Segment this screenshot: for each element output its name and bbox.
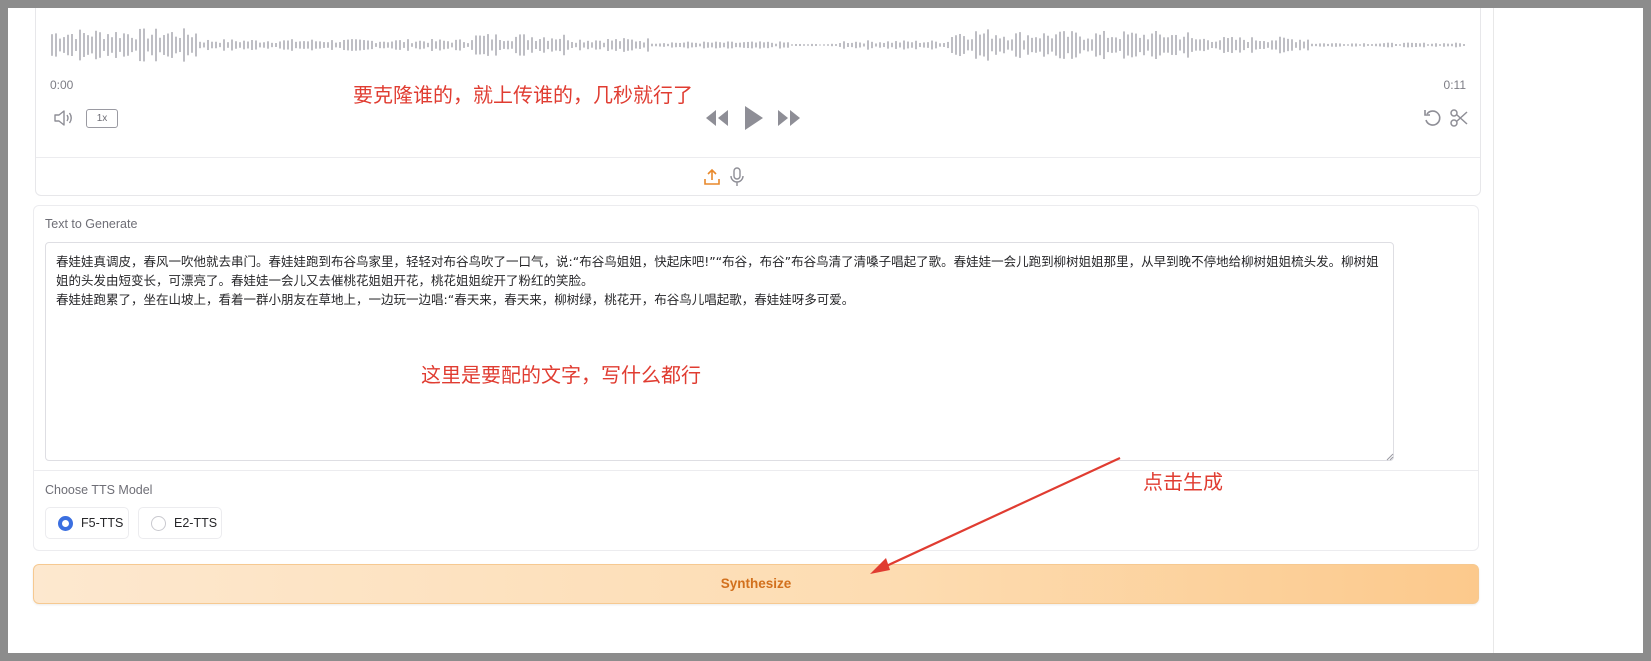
rewind-icon[interactable]	[704, 107, 730, 129]
upload-icon[interactable]	[703, 167, 721, 187]
volume-icon[interactable]	[52, 107, 74, 129]
text-to-generate-label: Text to Generate	[45, 217, 138, 231]
clone-hint-annotation: 要克隆谁的，就上传谁的，几秒就行了	[353, 83, 693, 107]
text-hint-annotation: 这里是要配的文字，写什么都行	[421, 363, 701, 387]
audio-waveform[interactable]	[50, 19, 1468, 71]
time-end: 0:11	[1443, 78, 1466, 92]
scissors-icon[interactable]	[1448, 107, 1470, 129]
radio-label: E2-TTS	[174, 516, 218, 530]
radio-label: F5-TTS	[81, 516, 124, 530]
synthesize-button[interactable]: Synthesize	[33, 564, 1479, 604]
forward-icon[interactable]	[776, 107, 802, 129]
reference-audio-panel: 0:00 0:11 1x	[35, 8, 1481, 196]
playback-speed-button[interactable]: 1x	[86, 109, 118, 128]
radio-option-f5-tts[interactable]: F5-TTS	[45, 507, 129, 539]
radio-checked-icon[interactable]	[58, 516, 73, 531]
click-hint-annotation: 点击生成	[1143, 470, 1223, 494]
app-frame: 0:00 0:11 1x 要克隆谁的，就上传谁的，几秒就行了 Text to G…	[8, 8, 1643, 653]
tts-model-label: Choose TTS Model	[45, 483, 153, 497]
radio-option-e2-tts[interactable]: E2-TTS	[138, 507, 222, 539]
text-input[interactable]: 春娃娃真调皮，春风一吹他就去串门。春娃娃跑到布谷鸟家里，轻轻对布谷鸟吹了一口气，…	[45, 242, 1394, 461]
panel-divider	[36, 157, 1480, 158]
play-icon[interactable]	[740, 103, 766, 133]
resize-grip-icon[interactable]	[1386, 453, 1394, 461]
playback-controls: 1x	[36, 103, 1480, 139]
time-start: 0:00	[50, 78, 74, 92]
text-generate-panel: Text to Generate 春娃娃真调皮，春风一吹他就去串门。春娃娃跑到布…	[33, 205, 1479, 551]
section-divider	[34, 470, 1478, 471]
microphone-icon[interactable]	[729, 166, 745, 188]
undo-icon[interactable]	[1422, 107, 1444, 129]
radio-unchecked-icon[interactable]	[151, 516, 166, 531]
right-gutter	[1493, 8, 1643, 653]
